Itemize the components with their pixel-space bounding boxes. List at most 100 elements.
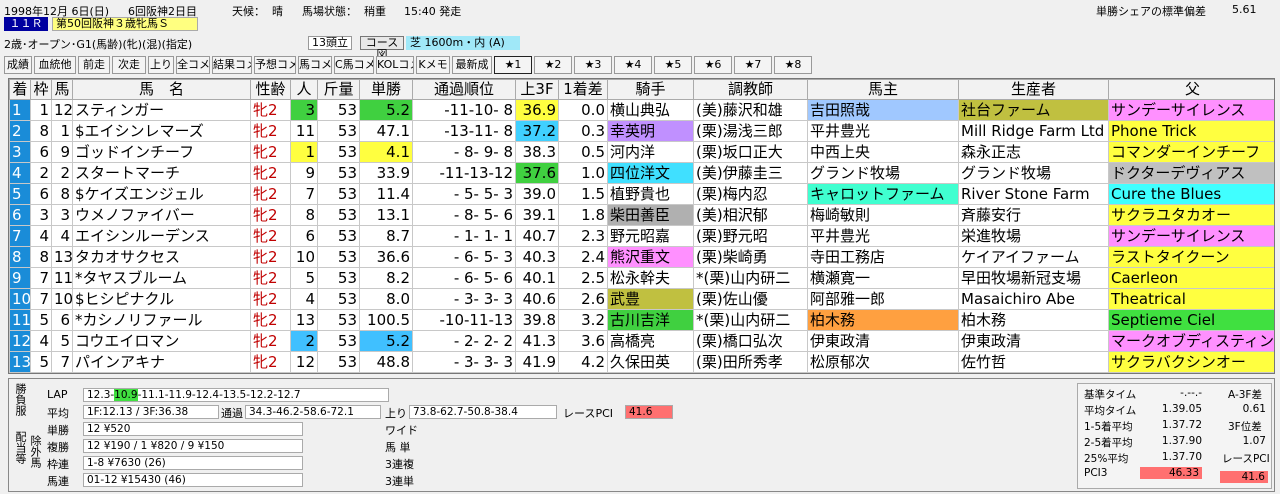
toolbar-button-21[interactable]: ★8 [774,56,812,74]
exacta-label: 馬 単 [385,441,411,454]
cell-trainer: (美)藤沢和雄 [693,99,808,121]
quinella-label: 馬連 [47,475,69,488]
cell-sex: 牝2 [250,288,291,310]
toolbar-button-15[interactable]: ★2 [534,56,572,74]
cell-breeder: Mill Ridge Farm Ltd [958,120,1109,142]
place-label: 複勝 [47,441,69,454]
table-row[interactable]: 11 5 6 *カシノリファール 牝2 13 53 100.5 -10-11-13 39.8 3.2… [9,309,1274,331]
table-row[interactable]: 10 7 10 $ヒシピナクル 牝2 4 53 8.0- 3- 3- 3 40.6 2.6 武豊 (栗… [9,288,1274,310]
toolbar-button-20[interactable]: ★7 [734,56,772,74]
cell-wt: 53 [317,246,360,268]
toolbar-button-2[interactable]: 血統他 [34,56,76,74]
cell-waku: 4 [30,330,52,352]
payout-tab[interactable]: 配当等 [12,431,28,464]
cell-jockey: 横山典弘 [607,99,694,121]
toolbar-button-3[interactable]: 前走 [78,56,110,74]
column-header[interactable]: 父 [1108,79,1274,100]
toolbar-button-7[interactable]: 結果コメ [212,56,252,74]
table-row[interactable]: 6 3 3 ウメノファイバー 牝2 8 53 13.1- 8- 5- 6 39.1 1.8 柴田善臣… [9,204,1274,226]
cell-pop: 3 [290,99,318,121]
toolbar-button-11[interactable]: KOLコメ [376,56,414,74]
cell-pass: -10-11-13 [412,309,516,331]
table-row[interactable]: 1 1 12 スティンガー 牝2 3 53 5.2 -11-10- 8 36.9 0.0 横山典弘 (美… [9,99,1274,121]
toolbar-button-19[interactable]: ★6 [694,56,732,74]
toolbar-button-5[interactable]: 上り [148,56,174,74]
cell-breeder: 森永正志 [958,141,1109,163]
column-header[interactable]: 1着差 [558,79,608,100]
std-dev-value: 5.61 [1232,3,1257,16]
cell-name: コウエイロマン [72,330,251,352]
cell-sire: Caerleon [1108,267,1274,289]
cell-num: 3 [51,204,73,226]
toolbar-button-1[interactable]: 成績 [4,56,32,74]
cell-owner: キャロットファーム [807,183,959,205]
toolbar-button-9[interactable]: 馬コメ [298,56,332,74]
stat-value: 1.39.05 [1161,403,1202,415]
stat-label: 1-5着平均 [1084,421,1133,433]
cell-diff: 3.2 [558,309,608,331]
column-header[interactable]: 通過順位 [412,79,516,100]
cell-f3: 39.0 [515,183,559,205]
toolbar-button-8[interactable]: 予想コメ [254,56,296,74]
cell-breeder: グランド牧場 [958,162,1109,184]
toolbar-button-14[interactable]: ★1 [494,56,532,74]
lap-rest: -11.1-11.9-12.4-13.5-12.2-12.7 [137,389,301,401]
toolbar-button-6[interactable]: 全コメ [176,56,210,74]
cell-pass: - 3- 3- 3 [412,351,516,373]
table-row[interactable]: 8 8 13 タカオサクセス 牝2 10 53 36.6- 6- 5- 3 40.3 2.4 熊沢重… [9,246,1274,268]
column-header[interactable]: 馬 名 [72,79,251,100]
column-header[interactable]: 馬主 [807,79,959,100]
cell-owner: 伊東政清 [807,330,959,352]
table-row[interactable]: 3 6 9 ゴッドインチーフ 牝2 1 53 4.1- 8- 9- 8 38.3 0.5 河内洋 (栗… [9,141,1274,163]
stats-race-pci-value: 41.6 [1220,471,1268,483]
scratched-tab[interactable]: 除外馬 [27,435,43,468]
cell-waku: 4 [30,225,52,247]
toolbar-button-17[interactable]: ★4 [614,56,652,74]
cell-wt: 53 [317,204,360,226]
cell-sex: 牝2 [250,351,291,373]
table-row[interactable]: 2 8 1 $エイシンレマーズ 牝2 11 53 47.1 -13-11- 8 37.2 0.3 幸英… [9,120,1274,142]
table-row[interactable]: 13 5 7 パインアキナ 牝2 12 53 48.8- 3- 3- 3 41.9 4.2 久保田英… [9,351,1274,373]
cell-jockey: 野元昭嘉 [607,225,694,247]
cell-breeder: 柏木務 [958,309,1109,331]
cell-trainer: (栗)坂口正大 [693,141,808,163]
column-header[interactable]: 斤量 [317,79,360,100]
table-row[interactable]: 5 6 8 $ケイズエンジェル 牝2 7 53 11.4- 5- 5- 3 39.0 1.5 植野貴… [9,183,1274,205]
column-header[interactable]: 調教師 [693,79,808,100]
cell-sex: 牝2 [250,99,291,121]
silks-tab[interactable]: 勝負服 [12,383,28,416]
column-header[interactable]: 性齢 [250,79,291,100]
toolbar-button-13[interactable]: 最新成 [452,56,492,74]
column-header[interactable]: 単勝 [359,79,413,100]
cell-rank: 7 [9,225,31,247]
column-header[interactable]: 騎手 [607,79,694,100]
toolbar-button-4[interactable]: 次走 [112,56,146,74]
pass-value: 34.3-46.2-58.6-72.1 [245,405,381,419]
course-map-button[interactable]: コース図 [360,36,404,61]
cell-jockey: 武豊 [607,288,694,310]
cell-breeder: 佐竹哲 [958,351,1109,373]
toolbar-button-12[interactable]: Kメモ [416,56,450,74]
table-row[interactable]: 4 2 2 スタートマーチ 牝2 9 53 33.9 -11-13-12 37.6 1.0 四位洋文(… [9,162,1274,184]
toolbar-button-10[interactable]: C馬コメ [334,56,374,74]
table-row[interactable]: 7 4 4 エイシンルーデンス 牝2 6 53 8.7- 1- 1- 1 40.7 2.3 野元昭嘉… [9,225,1274,247]
stat-label: 基準タイム [1084,389,1137,401]
column-header[interactable]: 着 [9,79,31,100]
cell-name: スタートマーチ [72,162,251,184]
column-header[interactable]: 人 [290,79,318,100]
cell-diff: 1.8 [558,204,608,226]
table-row[interactable]: 12 4 5 コウエイロマン 牝2 2 53 5.2- 2- 2- 2 41.3 3.6 高橋亮 (栗… [9,330,1274,352]
cell-breeder: 伊東政清 [958,330,1109,352]
column-header[interactable]: 生産者 [958,79,1109,100]
avg-label: 平均 [47,407,69,420]
cell-odds: 4.1 [359,141,413,163]
column-header[interactable]: 馬 [51,79,73,100]
cell-jockey: 松永幹夫 [607,267,694,289]
toolbar-button-18[interactable]: ★5 [654,56,692,74]
table-row[interactable]: 9 7 11 *タヤスブルーム 牝2 5 53 8.2- 6- 5- 6 40.1 2.5 松永幹夫… [9,267,1274,289]
toolbar-button-16[interactable]: ★3 [574,56,612,74]
column-header[interactable]: 上3F [515,79,559,100]
column-header[interactable]: 枠 [30,79,52,100]
cell-num: 9 [51,141,73,163]
cell-pass: -11-10- 8 [412,99,516,121]
